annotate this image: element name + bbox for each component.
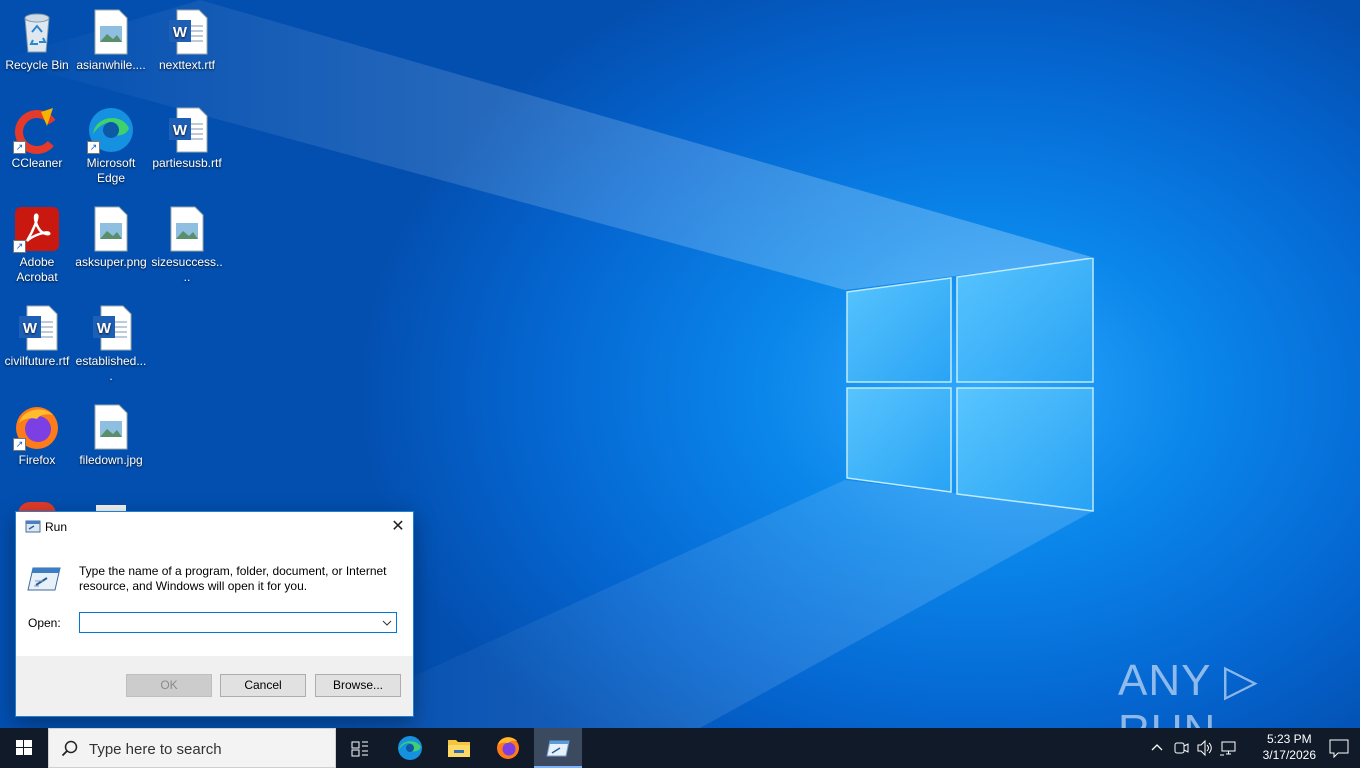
desktop-icon-label: asianwhile....	[76, 58, 146, 72]
desktop-icon-filedown[interactable]: filedown.jpg	[74, 403, 148, 468]
edge-icon	[398, 736, 422, 760]
shortcut-arrow-icon: ↗	[13, 141, 26, 154]
close-icon[interactable]: ✕	[383, 512, 413, 542]
image-file-icon	[87, 205, 135, 253]
firefox-icon: ↗	[13, 403, 61, 451]
desktop-icon-adobe-acrobat[interactable]: ↗ Adobe Acrobat	[0, 205, 74, 285]
start-button[interactable]	[0, 728, 48, 768]
desktop-icon-label: civilfuture.rtf	[4, 354, 70, 368]
run-dialog-body: Type the name of a program, folder, docu…	[16, 542, 413, 656]
word-document-icon: W	[163, 106, 211, 154]
desktop-icon-civilfuture[interactable]: W civilfuture.rtf	[0, 304, 74, 369]
word-document-icon: W	[13, 304, 61, 352]
open-label: Open:	[28, 616, 61, 630]
taskbar-search-box[interactable]: Type here to search	[48, 728, 336, 768]
system-tray: 5:23 PM 3/17/2026	[1145, 728, 1360, 768]
desktop-icon-label: Firefox	[18, 453, 56, 467]
desktop-icon-label: partiesusb.rtf	[152, 156, 222, 170]
run-dialog-title: Run	[45, 520, 68, 534]
task-view-icon	[351, 741, 368, 757]
task-view-button[interactable]	[336, 728, 384, 768]
run-program-icon	[27, 567, 61, 591]
open-input[interactable]	[82, 614, 376, 631]
taskbar-edge[interactable]	[386, 728, 434, 768]
desktop-icon-asianwhile[interactable]: asianwhile....	[74, 8, 148, 73]
open-combobox[interactable]	[79, 612, 397, 633]
search-icon	[61, 740, 78, 757]
image-file-icon	[163, 205, 211, 253]
svg-text:W: W	[23, 320, 38, 337]
desktop-icon-label: Recycle Bin	[5, 58, 69, 72]
ccleaner-icon: ↗	[13, 106, 61, 154]
word-document-icon: W	[163, 8, 211, 56]
notification-icon[interactable]	[1324, 728, 1354, 768]
meet-now-icon[interactable]	[1169, 728, 1193, 768]
clock-date: 3/17/2026	[1262, 748, 1316, 762]
desktop-icon-established[interactable]: W established....	[74, 304, 148, 384]
desktop-icon-nexttext[interactable]: W nexttext.rtf	[150, 8, 224, 73]
browse-button[interactable]: Browse...	[315, 674, 401, 697]
desktop-icon-sizesuccess[interactable]: sizesuccess....	[150, 205, 224, 285]
firefox-icon	[497, 737, 519, 759]
taskbar-firefox[interactable]	[484, 728, 532, 768]
search-placeholder: Type here to search	[89, 741, 222, 758]
svg-text:W: W	[97, 320, 112, 337]
taskbar-file-explorer[interactable]	[435, 728, 483, 768]
image-file-icon	[87, 8, 135, 56]
run-icon	[25, 520, 41, 533]
anyrun-watermark: ANY ▷ RUN	[1118, 656, 1259, 728]
shortcut-arrow-icon: ↗	[87, 141, 100, 154]
desktop-icon-microsoft-edge[interactable]: ↗ Microsoft Edge	[74, 106, 148, 186]
acrobat-icon: ↗	[13, 205, 61, 253]
svg-text:W: W	[173, 122, 188, 139]
shortcut-arrow-icon: ↗	[13, 240, 26, 253]
desktop-icon-ccleaner[interactable]: ↗ CCleaner	[0, 106, 74, 171]
desktop-icon-label: filedown.jpg	[79, 453, 143, 467]
windows-start-icon	[16, 740, 32, 755]
run-dialog-message: Type the name of a program, folder, docu…	[79, 564, 387, 593]
desktop-icon-label: Microsoft Edge	[86, 156, 136, 185]
desktop-icon-label: Adobe Acrobat	[16, 255, 58, 284]
desktop-icon-asksuper[interactable]: asksuper.png	[74, 205, 148, 270]
clock-time: 5:23 PM	[1266, 732, 1312, 746]
taskbar-clock[interactable]: 5:23 PM 3/17/2026	[1263, 731, 1316, 763]
desktop-icon-label: nexttext.rtf	[158, 58, 216, 72]
shortcut-arrow-icon: ↗	[13, 438, 26, 451]
ok-button[interactable]: OK	[126, 674, 212, 697]
image-file-icon	[87, 403, 135, 451]
taskbar-run[interactable]	[534, 728, 582, 768]
desktop-icon-label: established....	[75, 354, 147, 383]
run-icon	[546, 740, 570, 757]
word-document-icon: W	[87, 304, 135, 352]
desktop-icon-recycle-bin[interactable]: Recycle Bin	[0, 8, 74, 73]
chevron-down-icon[interactable]	[380, 616, 394, 630]
recycle-bin-icon	[13, 8, 61, 56]
folder-icon	[448, 740, 470, 757]
run-dialog[interactable]: Run ✕ Type the name of a program, folder…	[15, 511, 414, 717]
cancel-button[interactable]: Cancel	[220, 674, 306, 697]
run-dialog-titlebar[interactable]: Run ✕	[16, 512, 413, 542]
chevron-up-icon[interactable]	[1145, 728, 1169, 768]
volume-icon[interactable]	[1193, 728, 1217, 768]
desktop-icon-label: asksuper.png	[75, 255, 147, 269]
desktop-icon-firefox[interactable]: ↗ Firefox	[0, 403, 74, 468]
edge-icon: ↗	[87, 106, 135, 154]
windows-logo-wallpaper	[846, 258, 1094, 512]
desktop-icon-partiesusb[interactable]: W partiesusb.rtf	[150, 106, 224, 171]
desktop-icon-label: sizesuccess....	[151, 255, 223, 284]
network-icon[interactable]	[1217, 728, 1241, 768]
svg-text:W: W	[173, 24, 188, 41]
desktop-icon-label: CCleaner	[11, 156, 63, 170]
taskbar: Type here to search 5:23 PM 3/17/2026	[0, 728, 1360, 768]
